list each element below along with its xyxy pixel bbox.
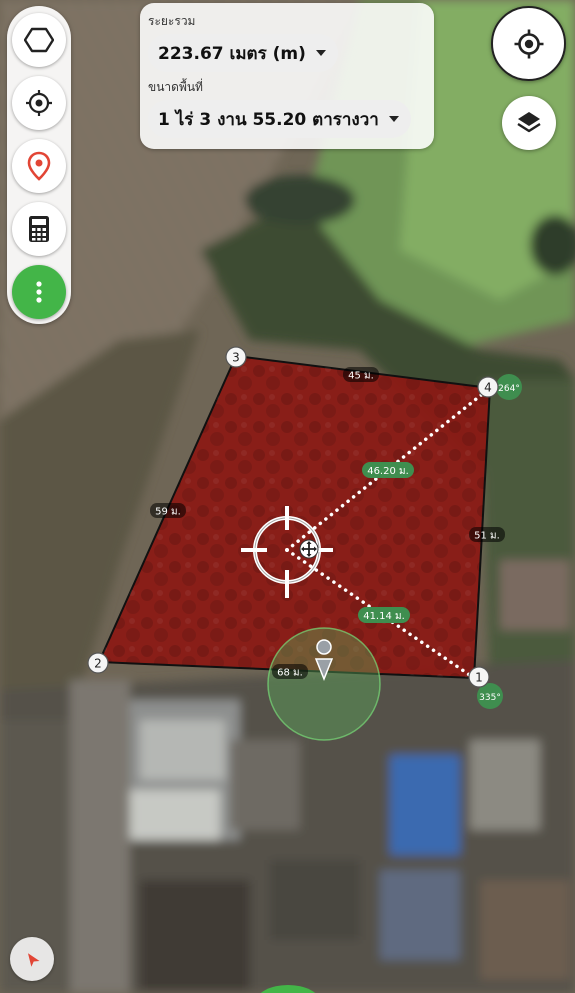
pin-tool-button[interactable] (12, 139, 66, 193)
edge-label-3-4: 45 ม. (343, 367, 379, 382)
my-location-button[interactable] (491, 6, 566, 81)
area-unit-dropdown[interactable]: 1 ไร่ 3 งาน 55.20 ตารางวา (148, 100, 411, 138)
compass-button[interactable] (10, 937, 54, 981)
area-label: ขนาดพื้นที่ (148, 80, 203, 94)
crosshair-icon (26, 90, 52, 116)
svg-text:41.14 ม.: 41.14 ม. (363, 611, 405, 622)
distance-value: 223.67 เมตร (m) (158, 43, 306, 64)
area-value: 1 ไร่ 3 งาน 55.20 ตารางวา (158, 109, 379, 130)
calculator-icon (29, 216, 49, 242)
measurement-panel: ระยะรวม 223.67 เมตร (m) ขนาดพื้นที่ 1 ไร… (140, 3, 434, 149)
edge-label-4-1: 51 ม. (469, 527, 505, 542)
my-location-icon (514, 29, 543, 58)
compass-icon (27, 953, 40, 967)
svg-text:3: 3 (232, 351, 240, 365)
move-icon[interactable] (299, 539, 319, 559)
svg-text:264°: 264° (498, 384, 520, 394)
edge-label-2-1: 68 ม. (272, 664, 308, 679)
distance-unit-dropdown[interactable]: 223.67 เมตร (m) (148, 34, 338, 72)
bearing-badge-4: 264° (496, 374, 522, 400)
more-options-button[interactable] (12, 265, 66, 319)
tool-sidebar (7, 6, 71, 324)
vertex-marker-4[interactable]: 4 (477, 376, 499, 398)
vertex-marker-3[interactable]: 3 (225, 346, 247, 368)
polygon-tool-button[interactable] (12, 13, 66, 67)
polygon-icon (24, 27, 54, 53)
svg-text:1: 1 (475, 671, 483, 685)
chevron-down-icon (388, 116, 399, 122)
center-distance-label-1: 41.14 ม. (358, 607, 410, 623)
svg-text:4: 4 (484, 381, 492, 395)
svg-text:51 ม.: 51 ม. (474, 531, 500, 542)
crosshair-tool-button[interactable] (12, 76, 66, 130)
svg-text:68 ม.: 68 ม. (277, 668, 303, 679)
vertex-marker-1[interactable]: 1 (468, 666, 490, 688)
svg-text:45 ม.: 45 ม. (348, 371, 374, 382)
vertex-marker-2[interactable]: 2 (87, 652, 109, 674)
calculator-tool-button[interactable] (12, 202, 66, 256)
center-distance-label-4: 46.20 ม. (362, 462, 414, 478)
svg-text:46.20 ม.: 46.20 ม. (367, 466, 409, 477)
map-pin-icon (27, 151, 51, 181)
map-layers-button[interactable] (502, 96, 556, 150)
layers-icon (517, 112, 541, 133)
more-vertical-icon (36, 281, 42, 303)
svg-text:335°: 335° (479, 693, 501, 703)
chevron-down-icon (315, 50, 326, 56)
edge-label-2-3: 59 ม. (150, 503, 186, 518)
svg-text:59 ม.: 59 ม. (155, 507, 181, 518)
distance-label: ระยะรวม (148, 14, 196, 28)
svg-text:2: 2 (94, 657, 102, 671)
